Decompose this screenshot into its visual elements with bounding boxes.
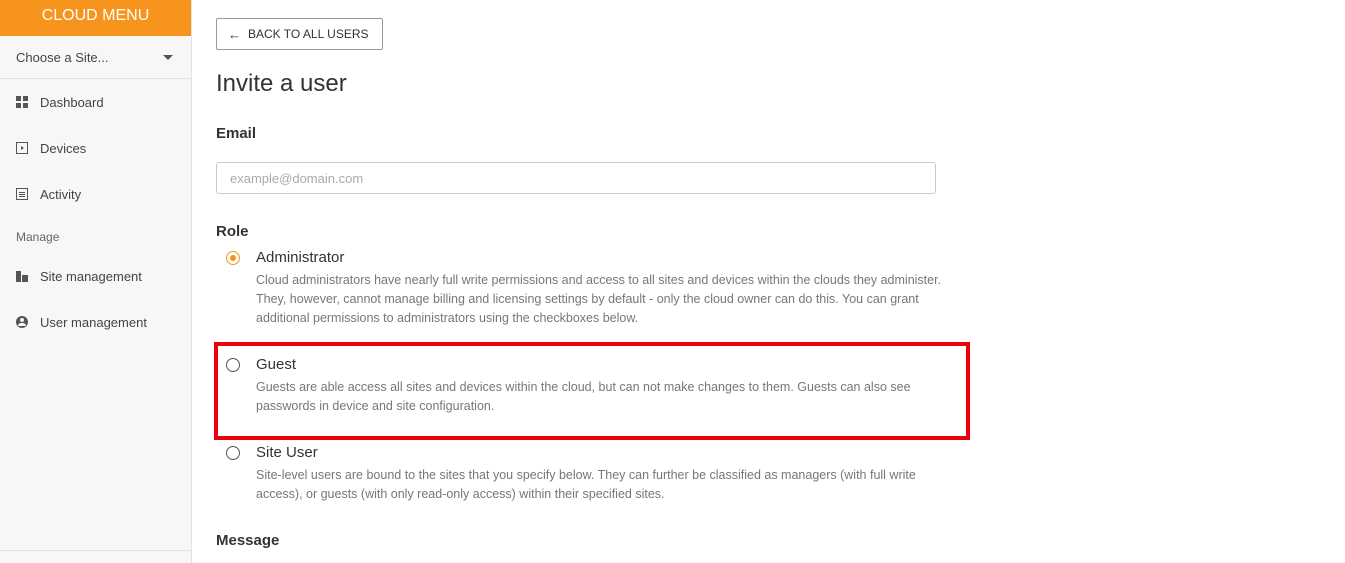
sidebar-item-user-management[interactable]: User management bbox=[0, 299, 191, 345]
sidebar-item-devices[interactable]: Devices bbox=[0, 125, 191, 171]
building-icon bbox=[16, 270, 28, 282]
page-title: Invite a user bbox=[216, 70, 347, 97]
user-icon bbox=[16, 316, 28, 328]
role-title[interactable]: Site User bbox=[256, 444, 318, 461]
sidebar-item-label: User management bbox=[40, 314, 147, 330]
sidebar-item-label: Dashboard bbox=[40, 94, 104, 110]
activity-icon bbox=[16, 188, 28, 200]
manage-section-label: Manage bbox=[16, 230, 60, 244]
site-select-label: Choose a Site... bbox=[16, 49, 109, 65]
guest-highlight-annotation bbox=[214, 342, 970, 440]
sidebar-item-label: Activity bbox=[40, 186, 82, 202]
role-description: Cloud administrators have nearly full wr… bbox=[256, 273, 942, 325]
sidebar-item-dashboard[interactable]: Dashboard bbox=[0, 79, 191, 125]
arrow-left-icon: ← bbox=[228, 26, 241, 42]
sidebar: CLOUD MENU Choose a Site... Dashboard De… bbox=[0, 0, 192, 563]
back-to-all-users-button[interactable]: ← BACK TO ALL USERS bbox=[216, 18, 383, 50]
site-user-radio[interactable] bbox=[226, 446, 240, 460]
dashboard-icon bbox=[16, 96, 28, 108]
chevron-down-icon bbox=[163, 54, 173, 60]
administrator-radio[interactable] bbox=[226, 251, 240, 265]
sidebar-item-label: Devices bbox=[40, 140, 87, 156]
devices-icon bbox=[16, 142, 28, 154]
role-title[interactable]: Administrator bbox=[256, 249, 344, 266]
back-button-label: BACK TO ALL USERS bbox=[248, 27, 369, 41]
message-label: Message bbox=[216, 532, 280, 549]
site-select[interactable]: Choose a Site... bbox=[0, 36, 191, 79]
divider bbox=[0, 550, 191, 551]
sidebar-item-site-management[interactable]: Site management bbox=[0, 253, 191, 299]
email-label: Email bbox=[216, 125, 257, 142]
email-field[interactable] bbox=[216, 162, 936, 194]
role-label: Role bbox=[216, 223, 249, 240]
sidebar-item-label: Site management bbox=[40, 268, 142, 284]
sidebar-item-activity[interactable]: Activity bbox=[0, 171, 191, 217]
cloud-menu-header[interactable]: CLOUD MENU bbox=[0, 0, 191, 36]
role-description: Site-level users are bound to the sites … bbox=[256, 468, 916, 501]
